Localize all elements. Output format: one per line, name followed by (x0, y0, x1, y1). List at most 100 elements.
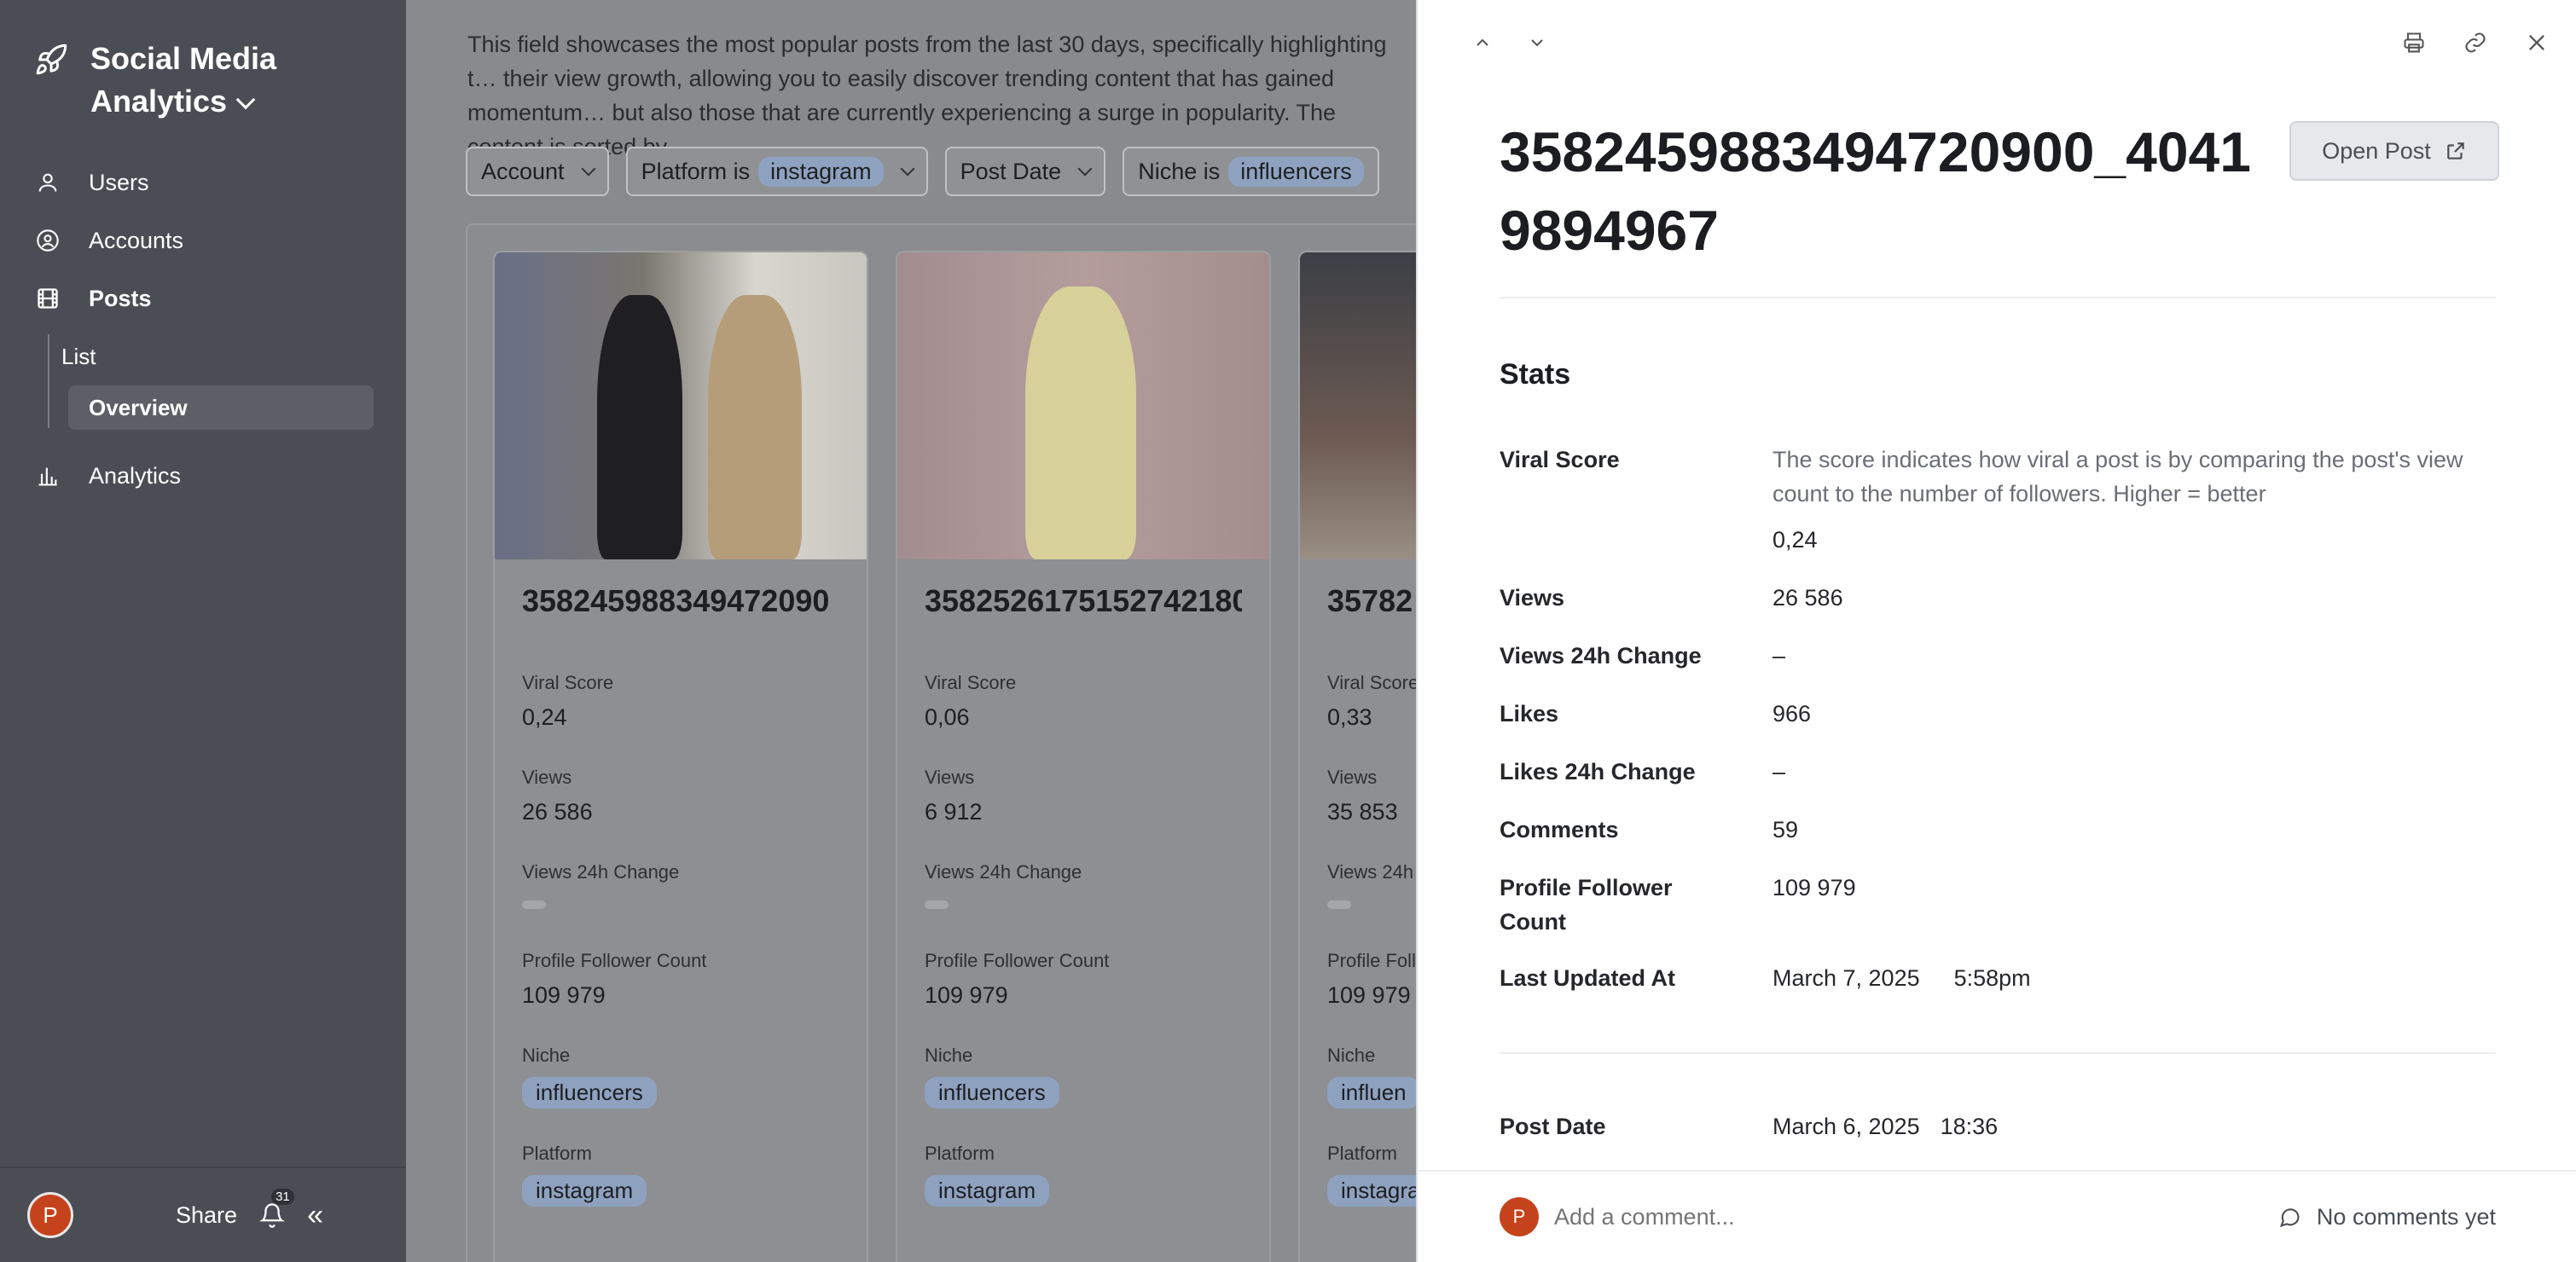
user-icon (38, 173, 57, 192)
share-button[interactable]: Share (176, 1202, 237, 1229)
views-value: 26 586 (522, 799, 593, 825)
nav-item-users[interactable]: Users (0, 153, 406, 211)
chevron-down-icon (900, 161, 915, 177)
field-value: March 7, 2025 5:58pm (1772, 961, 2496, 995)
collapse-sidebar-icon[interactable]: « (307, 1199, 323, 1232)
nav-subitem-overview[interactable]: Overview (68, 385, 374, 430)
field-label: Comments (1500, 817, 1619, 842)
nav-subitem-list[interactable]: List (20, 334, 328, 379)
next-record-button[interactable] (1520, 26, 1554, 60)
filter-platform[interactable]: Platform is instagram (625, 147, 928, 196)
empty-value-placeholder (925, 900, 949, 909)
field-label: Views 24h Change (522, 861, 680, 883)
time-value: 18:36 (1940, 1114, 1999, 1139)
filter-label: Platform is (641, 158, 751, 184)
field-label: Profile Follower Count (925, 950, 1110, 971)
field-value: The score indicates how viral a post is … (1772, 443, 2496, 557)
field-label: Platform (522, 1143, 592, 1164)
niche-tag: influen (1327, 1077, 1420, 1109)
nav-item-posts[interactable]: Posts (0, 269, 406, 327)
field-label: Views (522, 767, 572, 788)
print-button[interactable] (2397, 26, 2431, 60)
page-description: This field showcases the most popular po… (467, 32, 1387, 159)
field-label: Last Updated At (1500, 965, 1676, 991)
comments-status[interactable]: No comments yet (2277, 1204, 2496, 1230)
print-icon (2404, 32, 2424, 53)
platform-tag: instagram (522, 1175, 647, 1207)
previous-record-button[interactable] (1465, 26, 1500, 60)
divider (1500, 1052, 2496, 1054)
close-panel-button[interactable] (2520, 26, 2554, 60)
external-link-icon (2447, 142, 2464, 159)
film-icon (38, 288, 58, 309)
avatar: P (1500, 1197, 1539, 1236)
nav-item-label: Accounts (89, 227, 184, 253)
sidebar-footer: P Share 31 « (0, 1166, 406, 1262)
field-value: – (1772, 643, 1786, 669)
field-label: Viral Score (925, 672, 1017, 693)
nav-subitem-label: Overview (89, 394, 188, 420)
chevron-down-icon (1077, 161, 1093, 177)
field-label: Post Date (1500, 1114, 1606, 1139)
viral-score-value: 0,24 (522, 704, 567, 730)
viral-score-value: 0,06 (925, 704, 970, 730)
filter-label: Post Date (960, 158, 1062, 184)
filter-label: Account (481, 158, 565, 184)
sidebar: Social Media Analytics Users Accounts Po… (0, 0, 406, 1262)
field-label: Platform (925, 1143, 995, 1164)
nav-item-accounts[interactable]: Accounts (0, 211, 406, 269)
views-value: 6 912 (925, 799, 983, 825)
field-label: Niche (925, 1045, 973, 1066)
comments-status-label: No comments yet (2316, 1203, 2496, 1230)
field-label: Profile Follower Count (1500, 875, 1673, 935)
main-nav: Users Accounts Posts List Overview Analy… (0, 153, 406, 505)
open-post-button[interactable]: Open Post (2289, 121, 2499, 181)
divider (1500, 297, 2496, 298)
field-value: – (1772, 759, 1786, 784)
field-label: Viral Score (1500, 447, 1620, 472)
post-card[interactable]: 358245988349472090 Viral Score 0,24 View… (493, 251, 868, 1262)
filter-niche[interactable]: Niche is influencers (1123, 147, 1379, 196)
nav-item-analytics[interactable]: Analytics (0, 447, 406, 505)
copy-link-button[interactable] (2458, 26, 2492, 60)
bar-chart-icon (38, 467, 57, 486)
nav-item-label: Users (89, 169, 149, 195)
comment-input[interactable] (1554, 1203, 2151, 1230)
post-detail-panel: 3582459883494720900_40419894967 Open Pos… (1416, 0, 2576, 1262)
niche-tag: influencers (522, 1077, 657, 1109)
notifications-button[interactable]: 31 (259, 1189, 294, 1228)
main-content: This field showcases the most popular po… (406, 0, 1674, 1262)
avatar[interactable]: P (27, 1192, 73, 1238)
followers-value: 109 979 (925, 982, 1008, 1008)
empty-value-placeholder (1327, 900, 1351, 909)
filter-value-tag: instagram (758, 156, 884, 187)
notification-count-badge: 31 (271, 1189, 294, 1205)
niche-tag: influencers (925, 1077, 1059, 1109)
filter-bar: Account Platform is instagram Post Date … (466, 147, 1379, 196)
button-label: Open Post (2322, 137, 2431, 164)
filter-account[interactable]: Account (466, 147, 609, 196)
post-thumbnail (897, 252, 1269, 559)
filter-value-tag: influencers (1228, 156, 1364, 187)
empty-value-placeholder (522, 900, 546, 909)
link-icon (2465, 32, 2486, 53)
post-thumbnail (495, 252, 867, 559)
field-value: 59 (1772, 817, 1799, 842)
section-heading: Stats (1500, 358, 1571, 391)
field-label: Likes (1500, 701, 1559, 727)
post-card[interactable]: 3582526175152742180 Viral Score 0,06 Vie… (896, 251, 1271, 1262)
rocket-icon (36, 43, 67, 75)
date-value: March 7, 2025 (1772, 965, 1920, 991)
comment-bar: P No comments yet (1418, 1170, 2576, 1262)
field-label: Likes 24h Change (1500, 759, 1696, 784)
field-label: Profile Follower Count (522, 950, 707, 971)
platform-tag: instagram (925, 1175, 1050, 1207)
workspace-switcher[interactable]: Social Media Analytics (34, 38, 346, 123)
chevron-down-icon (581, 161, 596, 177)
field-value: 109 979 (1772, 875, 1856, 900)
subnav-divider (48, 334, 49, 428)
field-value: 26 586 (1772, 585, 1843, 611)
nav-item-label: Posts (89, 285, 152, 311)
nav-subitem-label: List (61, 343, 96, 369)
filter-post-date[interactable]: Post Date (944, 147, 1106, 196)
